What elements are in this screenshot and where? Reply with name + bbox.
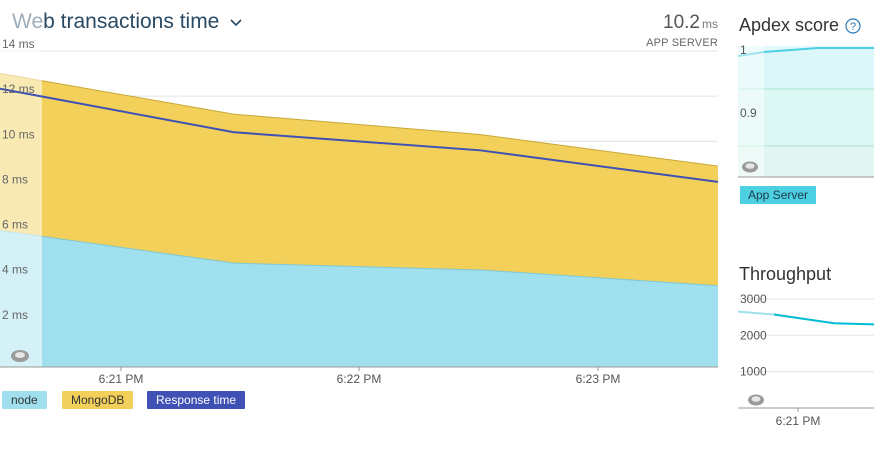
x-axis-labels: 6:21 PM 6:22 PM 6:23 PM	[99, 372, 621, 386]
y-tick-label: 14 ms	[2, 37, 35, 51]
x-tick-label: 6:21 PM	[99, 372, 144, 386]
throughput-y-tick-label: 3000	[740, 292, 767, 306]
legend-app-server-label: App Server	[748, 188, 809, 202]
legend-response-time-label: Response time	[156, 393, 237, 407]
x-tick-label: 6:23 PM	[576, 372, 621, 386]
legend-mongodb[interactable]: MongoDB	[62, 391, 134, 409]
throughput-chart[interactable]: 3000 2000 1000 6:21 PM	[738, 288, 874, 436]
throughput-series	[738, 310, 874, 326]
throughput-line-partial	[738, 310, 775, 316]
y-tick-label: 4 ms	[2, 263, 28, 277]
y-tick-label: 2 ms	[2, 308, 28, 322]
y-tick-label: 8 ms	[2, 172, 28, 186]
legend-mongodb-label: MongoDB	[71, 393, 125, 407]
apdex-title: Apdex score	[739, 15, 840, 35]
chart-areas	[0, 72, 719, 367]
apdex-y-tick-label: 1	[740, 43, 747, 57]
throughput-y-labels: 3000 2000 1000	[740, 292, 767, 379]
throughput-title: Throughput	[739, 264, 832, 284]
throughput-y-tick-label: 1000	[740, 365, 767, 379]
apdex-title-group: Apdex score ?	[739, 15, 861, 36]
legend-app-server[interactable]: App Server	[740, 186, 817, 204]
throughput-line	[773, 313, 874, 326]
legend-node[interactable]: node	[2, 391, 47, 409]
apdex-y-tick-label: 0.9	[740, 106, 757, 120]
x-tick-label: 6:22 PM	[337, 372, 382, 386]
throughput-menu-icon[interactable]	[748, 394, 764, 406]
apdex-chart[interactable]: 10.9	[738, 42, 874, 178]
legend-response-time[interactable]: Response time	[147, 391, 246, 409]
y-tick-label: 12 ms	[2, 82, 35, 96]
y-tick-label: 10 ms	[2, 127, 35, 141]
web-transactions-chart[interactable]: 2 ms4 ms6 ms8 ms10 ms12 ms14 ms 6:21 PM 6…	[0, 0, 720, 390]
svg-text:?: ?	[850, 21, 856, 33]
legend-node-label: node	[11, 393, 38, 407]
throughput-y-tick-label: 2000	[740, 328, 767, 342]
throughput-x-labels: 6:21 PM	[776, 408, 821, 428]
apdex-menu-icon[interactable]	[742, 161, 758, 173]
help-icon[interactable]: ?	[845, 17, 861, 34]
throughput-x-tick-label: 6:21 PM	[776, 414, 821, 428]
y-tick-label: 6 ms	[2, 218, 28, 232]
chart-menu-icon[interactable]	[11, 350, 29, 362]
